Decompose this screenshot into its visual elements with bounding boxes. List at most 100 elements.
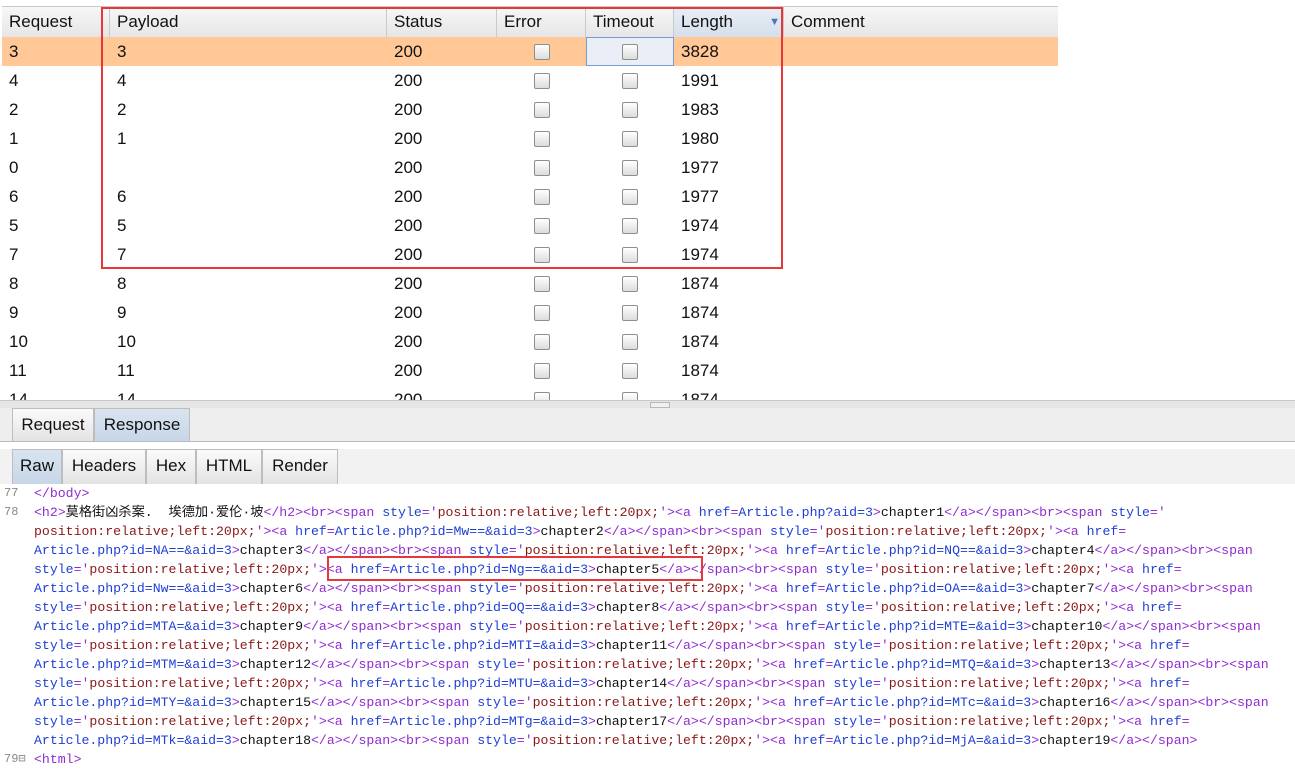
error-checkbox[interactable] — [534, 276, 550, 292]
code-token: Article.php?id=MTg=&aid=3 — [390, 714, 589, 729]
cell-status: 200 — [394, 274, 423, 293]
tab-request[interactable]: Request — [12, 408, 94, 441]
table-row[interactable]: 14 14 200 1874 — [2, 385, 1058, 400]
code-token: '><a — [1110, 676, 1150, 691]
code-token: '><a — [311, 676, 351, 691]
code-token: </a></span><br><span — [1094, 543, 1253, 558]
error-checkbox[interactable] — [534, 305, 550, 321]
code-token: chapter2 — [540, 524, 604, 539]
tab-render[interactable]: Render — [262, 449, 338, 484]
code-token: </h2><br><span — [263, 505, 383, 520]
code-token: =' — [508, 619, 525, 634]
code-token: Article.php?id=MTI=&aid=3 — [390, 638, 589, 653]
timeout-checkbox[interactable] — [622, 392, 638, 400]
error-checkbox[interactable] — [534, 363, 550, 379]
column-label: Comment — [791, 12, 865, 31]
code-line: Article.php?id=MTk=&aid=3>chapter18</a><… — [34, 731, 1197, 750]
code-token: > — [231, 695, 240, 710]
code-token: Article.php?id=MTk=&aid=3 — [34, 733, 232, 748]
error-checkbox[interactable] — [534, 334, 550, 350]
cell-request: 6 — [9, 187, 19, 206]
code-line: Article.php?id=MTA=&aid=3>chapter9</a></… — [34, 617, 1261, 636]
code-line: Article.php?id=MTM=&aid=3>chapter12</a><… — [34, 655, 1269, 674]
code-token: href — [793, 657, 826, 672]
cell-length: 1874 — [681, 274, 719, 293]
code-token: position:relative;left:20px; — [524, 619, 747, 634]
code-token: Article.php?id=MTA=&aid=3 — [34, 619, 232, 634]
code-line: style='position:relative;left:20px;'><a … — [34, 674, 1190, 693]
code-token: href — [350, 600, 383, 615]
tab-hex[interactable]: Hex — [146, 449, 196, 484]
cell-status: 200 — [394, 332, 423, 351]
error-checkbox[interactable] — [534, 392, 550, 400]
code-token: > — [588, 638, 596, 653]
code-token: = — [382, 676, 391, 691]
code-token: '><a — [311, 714, 351, 729]
table-row[interactable]: 9 9 200 1874 — [2, 298, 1058, 327]
code-token: '><a — [746, 581, 786, 596]
table-row[interactable]: 10 10 200 1874 — [2, 327, 1058, 356]
code-token: chapter17 — [595, 714, 668, 729]
timeout-checkbox[interactable] — [622, 276, 638, 292]
code-token: position:relative;left:20px; — [34, 524, 256, 539]
code-token: style — [477, 733, 517, 748]
code-token: </a></span><br><span — [944, 505, 1111, 520]
code-token: '><a — [311, 600, 351, 615]
code-token: =' — [872, 714, 889, 729]
column-header-request[interactable]: Request — [2, 7, 110, 37]
code-token: = — [382, 638, 391, 653]
code-token: '><a — [1110, 638, 1150, 653]
cell-status: 200 — [394, 303, 423, 322]
tab-response[interactable]: Response — [94, 408, 190, 441]
timeout-checkbox[interactable] — [622, 334, 638, 350]
code-token: style — [34, 638, 74, 653]
code-token: style — [382, 505, 422, 520]
cell-request: 4 — [9, 71, 19, 90]
code-token: href — [1149, 638, 1182, 653]
code-token: </a></span><br><span — [1110, 695, 1269, 710]
code-token: href — [350, 638, 383, 653]
code-token: href — [793, 695, 826, 710]
code-token: Article.php?id=MTc=&aid=3 — [833, 695, 1032, 710]
code-token: '><a — [1047, 524, 1087, 539]
code-token: > — [588, 600, 596, 615]
code-token: '><a — [659, 505, 699, 520]
table-row[interactable]: 11 11 200 1874 — [2, 356, 1058, 385]
highlight-box — [327, 556, 703, 581]
code-line: Article.php?id=MTY=&aid=3>chapter15</a><… — [34, 693, 1269, 712]
tab-label: Response — [103, 415, 181, 434]
code-token: '><a — [311, 638, 351, 653]
code-token: Article.php?id=MTQ=&aid=3 — [833, 657, 1032, 672]
code-token: </a></span><br><span — [659, 600, 826, 615]
code-token: position:relative;left:20px; — [532, 657, 755, 672]
cell-request: 0 — [9, 158, 19, 177]
code-token: > — [231, 657, 240, 672]
code-token: Article.php?id=MTM=&aid=3 — [34, 657, 232, 672]
code-token: =' — [73, 562, 90, 577]
code-token: = — [326, 524, 335, 539]
code-token: chapter4 — [1031, 543, 1095, 558]
code-token: chapter19 — [1039, 733, 1111, 748]
tab-label: Request — [21, 415, 85, 434]
code-token: </a></span><br><span — [303, 619, 470, 634]
tab-raw[interactable]: Raw — [12, 449, 62, 484]
code-token: chapter7 — [1031, 581, 1095, 596]
table-row[interactable]: 8 8 200 1874 — [2, 269, 1058, 298]
code-token: position:relative;left:20px; — [888, 676, 1111, 691]
code-token: position:relative;left:20px; — [888, 714, 1111, 729]
column-header-comment[interactable]: Comment — [784, 7, 1058, 37]
tab-headers[interactable]: Headers — [62, 449, 146, 484]
code-token: = — [1173, 600, 1182, 615]
response-editor[interactable]: 77 78 79⊟ </body> <h2>莫格街凶杀案. 埃德加·爱伦·坡</h… — [0, 484, 1295, 769]
tab-label: Render — [272, 456, 328, 475]
code-token: </a></span> — [1110, 733, 1198, 748]
code-token: style — [34, 714, 74, 729]
code-token: style — [825, 600, 866, 615]
results-table: Request Payload Status Error Timeout Len… — [0, 0, 1295, 400]
timeout-checkbox[interactable] — [622, 305, 638, 321]
tab-html[interactable]: HTML — [196, 449, 262, 484]
code-token: style — [477, 657, 517, 672]
cell-status: 200 — [394, 361, 423, 380]
timeout-checkbox[interactable] — [622, 363, 638, 379]
code-token: href — [1142, 562, 1174, 577]
